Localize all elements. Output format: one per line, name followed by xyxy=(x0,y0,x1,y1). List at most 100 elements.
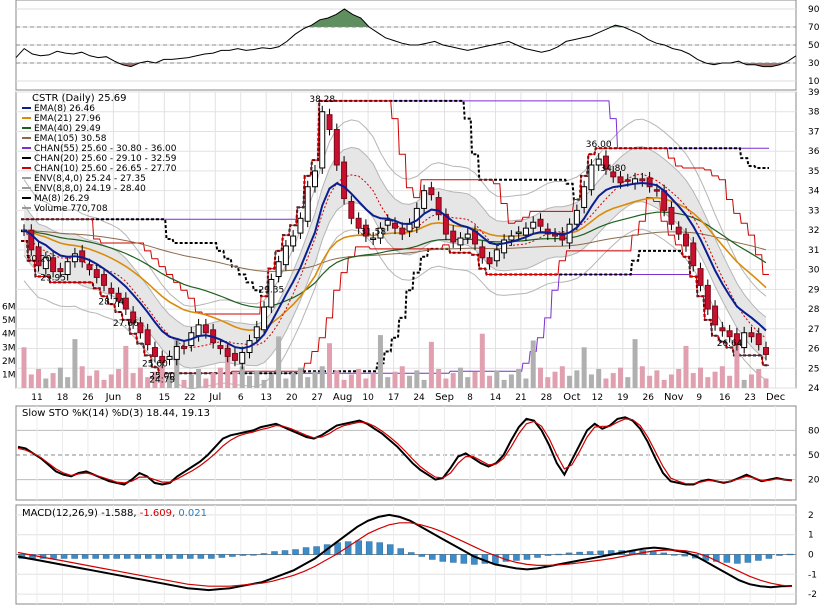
candle-body xyxy=(704,284,711,310)
volume-bar xyxy=(239,366,245,388)
volume-bar xyxy=(72,339,78,388)
candle-body xyxy=(93,269,100,278)
rsi-tick-label: 50 xyxy=(808,41,820,51)
volume-tick-label: 2M xyxy=(2,357,16,367)
candle-body xyxy=(326,114,333,130)
volume-bar xyxy=(603,378,609,388)
volume-bar xyxy=(748,374,754,388)
volume-tick-label: 6M xyxy=(2,303,16,313)
candle-body xyxy=(181,346,188,350)
volume-bar xyxy=(79,366,85,388)
candle-body xyxy=(493,249,500,262)
volume-bar xyxy=(86,375,92,388)
macd-title: MACD(12,26,9) -1.588, -1.609, 0.021 xyxy=(22,508,207,519)
price-annotation: 30.20 xyxy=(26,255,52,265)
macd-histogram-bar xyxy=(71,554,78,559)
price-tick-label: 32 xyxy=(808,226,819,236)
x-tick-label: 17 xyxy=(388,393,399,403)
volume-bar xyxy=(625,377,631,388)
volume-bar xyxy=(385,377,391,388)
volume-bar xyxy=(283,378,289,388)
candle-body xyxy=(421,190,428,209)
macd-histogram-bar xyxy=(439,554,447,562)
macd-histogram-bar xyxy=(576,551,583,555)
x-tick-label: 8 xyxy=(467,393,473,403)
volume-bar xyxy=(690,373,696,388)
x-tick-label: 27 xyxy=(311,393,322,403)
candle-body xyxy=(253,326,260,339)
volume-bar xyxy=(399,366,405,388)
price-tick-label: 39 xyxy=(808,88,820,98)
candle-body xyxy=(239,351,246,364)
candle-body xyxy=(726,330,733,338)
macd-histogram-bar xyxy=(250,554,257,556)
candle-body xyxy=(755,333,762,346)
legend-label: EMA(105) 30.58 xyxy=(34,134,107,144)
price-tick-label: 33 xyxy=(808,206,819,216)
candle-body xyxy=(486,257,493,265)
macd-histogram-bar xyxy=(187,554,194,559)
macd-histogram-bar xyxy=(365,541,373,555)
x-tick-label: 16 xyxy=(719,393,731,403)
candle-body xyxy=(108,287,115,294)
volume-bar xyxy=(356,369,362,388)
sto-tick-label: 80 xyxy=(808,426,820,436)
candle-body xyxy=(282,245,289,266)
volume-bar xyxy=(559,366,565,388)
candle-body xyxy=(202,324,209,334)
macd-histogram-bar xyxy=(60,554,68,559)
candle-body xyxy=(428,187,435,196)
macd-histogram-bar xyxy=(555,553,562,556)
macd-histogram-bar xyxy=(408,552,415,555)
macd-histogram-bar xyxy=(386,544,394,555)
volume-bar xyxy=(305,377,311,388)
volume-bar xyxy=(254,370,260,388)
macd-histogram-bar xyxy=(81,554,89,559)
legend-label: EMA(8) 26.46 xyxy=(34,104,95,114)
candle-body xyxy=(101,274,108,286)
price-annotation: 28.74 xyxy=(98,297,124,307)
price-annotation: 29.35 xyxy=(258,285,284,295)
macd-title-value: -1.609, xyxy=(140,508,179,519)
macd-histogram-bar xyxy=(744,554,752,563)
macd-histogram-bar xyxy=(418,554,426,557)
volume-bar xyxy=(377,335,383,388)
candle-body xyxy=(217,345,224,350)
volume-bar xyxy=(261,379,267,388)
candle-body xyxy=(697,268,704,286)
macd-tick-label: -1 xyxy=(808,570,817,580)
volume-bar xyxy=(101,379,107,388)
candle-body xyxy=(341,161,348,200)
volume-bar xyxy=(719,366,725,388)
volume-bar xyxy=(94,370,100,388)
macd-histogram-bar xyxy=(523,554,531,560)
volume-bar xyxy=(363,378,369,388)
price-tick-label: 29 xyxy=(808,285,820,295)
macd-histogram-bar xyxy=(513,554,520,561)
macd-histogram-bar xyxy=(176,554,184,559)
candle-body xyxy=(522,227,529,236)
macd-histogram-bar xyxy=(197,554,205,559)
volume-bar xyxy=(414,370,420,388)
volume-bar xyxy=(268,374,274,388)
chart-canvas: 9070503010393837363534333231302928272625… xyxy=(2,0,820,605)
macd-histogram-bar xyxy=(681,554,689,557)
candle-body xyxy=(297,217,304,234)
macd-histogram-bar xyxy=(734,554,741,564)
x-tick-label: 8 xyxy=(136,393,142,403)
volume-bar xyxy=(545,377,551,388)
macd-histogram-bar xyxy=(376,542,383,555)
volume-bar xyxy=(203,378,209,388)
macd-histogram-bar xyxy=(755,554,762,561)
volume-bar xyxy=(654,370,660,388)
candle-body xyxy=(508,235,515,241)
macd-histogram-bar xyxy=(102,554,110,559)
legend-label: MA(8) 26.29 xyxy=(34,194,90,204)
price-tick-label: 34 xyxy=(808,187,820,197)
panel-frame-sto xyxy=(15,405,797,501)
price-annotation: 25.60 xyxy=(142,359,168,369)
macd-histogram-bar xyxy=(292,549,299,555)
legend-label: CHAN(10) 25.60 - 26.65 - 27.70 xyxy=(34,164,177,174)
macd-histogram-bar xyxy=(155,554,163,559)
volume-bar xyxy=(632,339,638,388)
